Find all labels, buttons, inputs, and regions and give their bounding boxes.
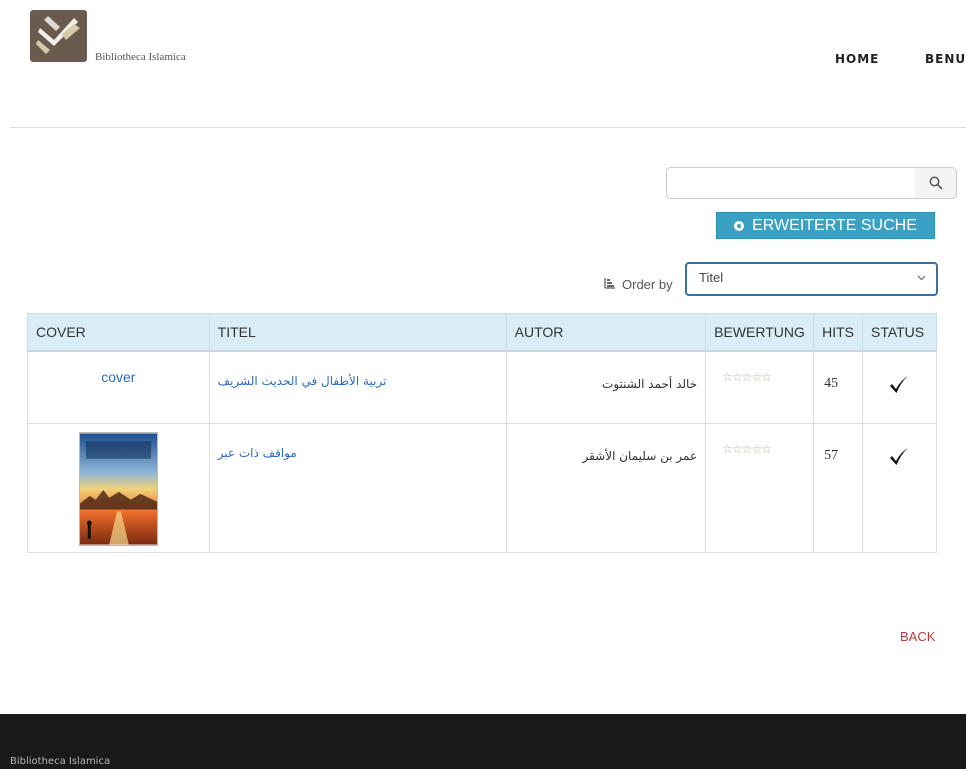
status-cell [861, 350, 938, 424]
book-cover-image[interactable] [78, 432, 158, 546]
book-author: خالد أحمد الشنتوت [602, 376, 698, 391]
column-header-bewertung[interactable]: BEWERTUNG [705, 313, 815, 352]
titel-cell: تربية الأطفال في الحديث الشريف [208, 350, 507, 424]
search-input[interactable] [666, 167, 916, 199]
check-icon [871, 448, 928, 469]
order-by-select[interactable]: Titel [685, 262, 938, 296]
book-logo-icon [36, 16, 80, 54]
check-icon [871, 375, 928, 397]
order-by-value: Titel [699, 270, 724, 285]
footer-brand: Bibliotheca Islamica [10, 756, 111, 767]
nav-home[interactable]: HOME [835, 52, 879, 66]
autor-cell: عمر بن سليمان الأشقر [505, 423, 707, 553]
advanced-search-label: ERWEITERTE SUCHE [752, 216, 917, 234]
status-cell [861, 423, 938, 553]
column-header-titel[interactable]: TITEL [208, 313, 507, 352]
column-header-autor[interactable]: AUTOR [505, 313, 707, 352]
star-rating[interactable]: ☆☆☆☆☆ [714, 442, 805, 456]
column-header-hits[interactable]: HITS [813, 313, 863, 352]
hits-cell: 57 [813, 423, 863, 553]
book-title-link[interactable]: مواقف ذات عبر [218, 446, 498, 460]
hits-cell: 45 [813, 350, 863, 424]
bewertung-cell: ☆☆☆☆☆ [705, 350, 815, 424]
brand-name: Bibliotheca Islamica [95, 51, 186, 63]
chevron-down-icon [917, 275, 926, 281]
header-divider [10, 127, 966, 128]
logo[interactable] [30, 10, 87, 62]
book-author: عمر بن سليمان الأشقر [582, 449, 698, 463]
gear-icon [734, 220, 745, 231]
footer: Bibliotheca Islamica [0, 714, 966, 769]
back-link[interactable]: BACK [900, 629, 935, 644]
cover-cell [27, 423, 210, 553]
search-icon [929, 176, 943, 190]
column-header-status[interactable]: STATUS [861, 313, 938, 352]
search-button[interactable] [915, 167, 957, 199]
hits-count: 45 [824, 375, 839, 391]
autor-cell: خالد أحمد الشنتوت [505, 350, 707, 424]
sort-icon [604, 278, 615, 289]
order-by-label: Order by [622, 277, 673, 292]
cover-link[interactable]: cover [36, 369, 201, 385]
column-header-cover[interactable]: COVER [27, 313, 210, 352]
bewertung-cell: ☆☆☆☆☆ [705, 423, 815, 553]
book-title-link[interactable]: تربية الأطفال في الحديث الشريف [218, 374, 498, 388]
star-rating[interactable]: ☆☆☆☆☆ [714, 370, 805, 384]
advanced-search-button[interactable]: ERWEITERTE SUCHE [716, 212, 935, 239]
nav-benutzer[interactable]: BENU [925, 52, 966, 66]
table-row: مواقف ذات عبر عمر بن سليمان الأشقر ☆☆☆☆☆… [27, 423, 938, 553]
hits-count: 57 [824, 448, 839, 463]
cover-cell: cover [27, 350, 210, 424]
titel-cell: مواقف ذات عبر [208, 423, 507, 553]
table-header-row: COVER TITEL AUTOR BEWERTUNG HITS STATUS [27, 313, 938, 352]
results-table: COVER TITEL AUTOR BEWERTUNG HITS STATUS … [27, 313, 938, 553]
table-row: cover تربية الأطفال في الحديث الشريف خال… [27, 350, 938, 424]
